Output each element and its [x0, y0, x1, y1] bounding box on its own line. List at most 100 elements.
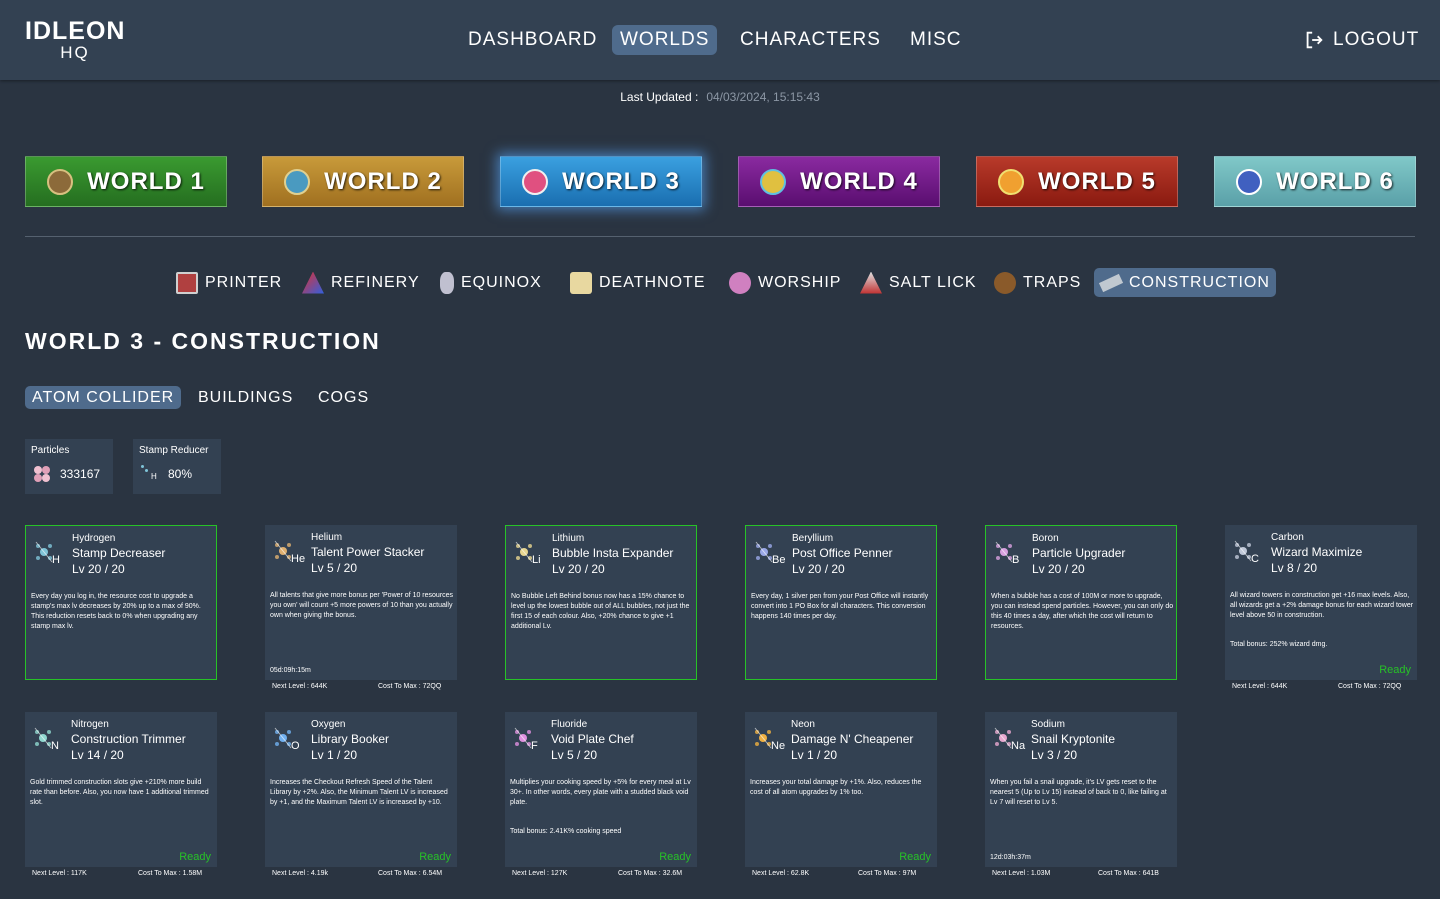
logo[interactable]: IDLEON HQ [25, 18, 125, 62]
atom-symbol: F [531, 740, 538, 752]
particles-stat: Particles 333167 [25, 439, 113, 494]
worship-icon [729, 271, 751, 294]
nav-worlds[interactable]: WORLDS [612, 25, 718, 55]
atom-card[interactable]: Li Lithium Bubble Insta Expander Lv 20 / 20… [505, 525, 697, 680]
world-2-button[interactable]: WORLD 2 [262, 156, 464, 207]
subnav-printer[interactable]: PRINTER [170, 268, 288, 297]
atom-name: Carbon [1271, 532, 1304, 543]
tab-atom-collider[interactable]: ATOM COLLIDER [25, 386, 182, 409]
upgrade-level: Lv 5 / 20 [551, 748, 598, 762]
upgrade-description: Increases the Checkout Refresh Speed of … [270, 779, 448, 806]
subnav-construction[interactable]: CONSTRUCTION [1094, 268, 1276, 297]
atom-card[interactable]: B Boron Particle Upgrader Lv 20 / 20 When a … [985, 525, 1177, 680]
upgrade-level: Lv 5 / 20 [311, 561, 358, 575]
atom-card[interactable]: Ne Neon Damage N' Cheapener Lv 1 / 20 Increa… [745, 712, 937, 867]
upgrade-description: When a bubble has a cost of 100M or more… [991, 593, 1174, 630]
atom-card[interactable]: Na Sodium Snail Kryptonite Lv 3 / 20 When yo… [985, 712, 1177, 867]
atom-card[interactable]: O Oxygen Library Booker Lv 1 / 20 Increases … [265, 712, 457, 867]
cost-to-max: Cost To Max : 72QQ [1338, 683, 1402, 690]
stamp-reducer-symbol: H [151, 472, 157, 481]
next-level-cost: Next Level : 1.03M [992, 870, 1051, 877]
last-updated-label: Last Updated : [620, 90, 699, 104]
atom-name: Hydrogen [72, 533, 116, 544]
upgrade-timer: 05d:09h:15m [270, 667, 311, 674]
tab-buildings[interactable]: BUILDINGS [191, 386, 300, 409]
world-5-button[interactable]: WORLD 5 [976, 156, 1178, 207]
world-4-icon [760, 168, 787, 195]
next-level-cost: Next Level : 644K [1232, 683, 1288, 690]
atom-card[interactable]: C Carbon Wizard Maximize Lv 8 / 20 All wizar… [1225, 525, 1417, 680]
subnav-salt-lick[interactable]: SALT LICK [854, 268, 983, 297]
atom-symbol: Be [772, 554, 786, 566]
atom-symbol: N [51, 740, 59, 752]
world-1-button[interactable]: WORLD 1 [25, 156, 227, 207]
hydrogen-atom-icon: H [139, 463, 161, 485]
subnav-worship[interactable]: WORSHIP [723, 268, 847, 297]
upgrade-level: Lv 20 / 20 [1032, 562, 1085, 576]
upgrade-level: Lv 20 / 20 [72, 562, 125, 576]
subnav-deathnote[interactable]: DEATHNOTE [564, 268, 711, 297]
subnav-salt-lick-label: SALT LICK [889, 273, 977, 291]
subnav-construction-label: CONSTRUCTION [1129, 273, 1270, 291]
world-4-button[interactable]: WORLD 4 [738, 156, 940, 207]
upgrade-timer: 12d:03h:37m [990, 854, 1031, 861]
world-5-icon [998, 168, 1025, 195]
upgrade-name: Snail Kryptonite [1031, 732, 1116, 746]
next-level-cost: Next Level : 62.8K [752, 870, 810, 877]
upgrade-level: Lv 1 / 20 [311, 748, 358, 762]
next-level-cost: Next Level : 127K [512, 870, 568, 877]
cost-to-max: Cost To Max : 72QQ [378, 683, 442, 690]
equinox-icon [440, 271, 454, 294]
upgrade-name: Library Booker [311, 732, 390, 746]
upgrade-description: All talents that give more bonus per 'Po… [270, 592, 454, 619]
tab-cogs[interactable]: COGS [311, 386, 376, 409]
logo-sub: HQ [60, 43, 90, 62]
atom-card[interactable]: Be Beryllium Post Office Penner Lv 20 / 20 E… [745, 525, 937, 680]
atom-card[interactable]: H Hydrogen Stamp Decreaser Lv 20 / 20 Every … [25, 525, 217, 680]
atom-name: Fluoride [551, 719, 588, 730]
logout-button[interactable]: LOGOUT [1303, 25, 1419, 55]
world-1-icon [47, 168, 74, 195]
top-bar: IDLEON HQ DASHBOARD WORLDS CHARACTERS MI… [0, 0, 1440, 80]
atom-name: Neon [791, 719, 815, 730]
upgrade-description: Every day, 1 silver pen from your Post O… [751, 593, 929, 620]
nav-misc[interactable]: MISC [902, 25, 970, 55]
atom-symbol: Na [1011, 740, 1026, 752]
upgrade-name: Post Office Penner [792, 546, 893, 560]
logout-label: LOGOUT [1333, 29, 1420, 50]
atom-card[interactable]: He Helium Talent Power Stacker Lv 5 / 20 All… [265, 525, 457, 680]
world-5-label: WORLD 5 [1038, 167, 1156, 195]
world-6-icon [1236, 168, 1263, 195]
subnav-printer-label: PRINTER [205, 273, 283, 291]
world-3-icon [522, 168, 549, 195]
atom-name: Sodium [1031, 719, 1065, 730]
upgrade-description: Multiplies your cooking speed by +5% for… [510, 779, 691, 806]
cost-to-max: Cost To Max : 97M [858, 870, 917, 877]
logo-main: IDLEON [25, 17, 126, 45]
atom-name: Nitrogen [71, 719, 109, 730]
last-updated-value: 04/03/2024, 15:15:43 [706, 90, 820, 104]
world-3-button[interactable]: WORLD 3 [500, 156, 702, 207]
upgrade-description: All wizard towers in construction get +1… [1230, 592, 1414, 619]
nav-characters[interactable]: CHARACTERS [732, 25, 889, 55]
upgrade-name: Talent Power Stacker [311, 545, 425, 559]
cost-to-max: Cost To Max : 1.58M [138, 870, 203, 877]
page-title: WORLD 3 - CONSTRUCTION [25, 328, 381, 354]
particles-icon [31, 463, 53, 485]
world-6-button[interactable]: WORLD 6 [1214, 156, 1416, 207]
subnav-traps[interactable]: TRAPS [988, 268, 1087, 297]
nav-dashboard[interactable]: DASHBOARD [460, 25, 605, 55]
world-2-label: WORLD 2 [324, 167, 442, 195]
atom-card[interactable]: N Nitrogen Construction Trimmer Lv 14 / 20 G… [25, 712, 217, 867]
upgrade-name: Bubble Insta Expander [552, 546, 674, 560]
printer-icon [176, 271, 198, 294]
upgrade-level: Lv 20 / 20 [552, 562, 605, 576]
ready-status: Ready [1379, 664, 1411, 676]
atom-card[interactable]: F Fluoride Void Plate Chef Lv 5 / 20 Multipl… [505, 712, 697, 867]
stamp-reducer-value: 80% [168, 467, 193, 481]
next-level-cost: Next Level : 644K [272, 683, 328, 690]
subnav-refinery[interactable]: REFINERY [296, 268, 426, 297]
logout-icon [1306, 31, 1323, 49]
subnav-equinox[interactable]: EQUINOX [434, 268, 548, 297]
atom-name: Helium [311, 532, 343, 543]
